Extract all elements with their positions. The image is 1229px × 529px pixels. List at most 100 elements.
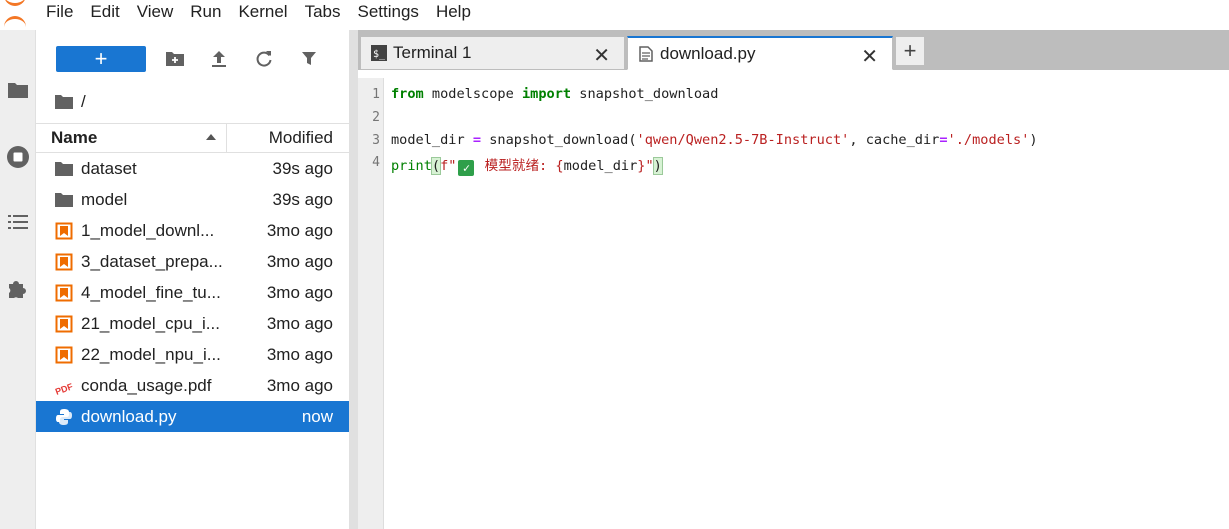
file-name: 3_dataset_prepa... — [81, 251, 223, 271]
terminal-icon: $_ — [371, 45, 387, 61]
menu-view[interactable]: View — [131, 1, 180, 23]
menu-edit[interactable]: Edit — [84, 1, 125, 23]
file-browser-toolbar: + — [36, 30, 349, 92]
main-tab-bar: $_ Terminal 1 ✕ download.py ✕ + — [358, 30, 1229, 70]
notebook-icon — [54, 221, 74, 241]
code-line-4: print(f" ✓ 模型就绪: {model_dir}") — [391, 157, 663, 176]
file-row-notebook-3[interactable]: 3_dataset_prepa... 3mo ago — [36, 246, 349, 277]
line-number: 3 — [372, 133, 380, 148]
notebook-icon — [54, 314, 74, 334]
name-column-header[interactable]: Name — [36, 128, 226, 148]
filter-icon — [302, 52, 316, 65]
file-row-model[interactable]: model 39s ago — [36, 184, 349, 215]
breadcrumb-root[interactable]: / — [81, 92, 86, 112]
tab-download-py[interactable]: download.py ✕ — [627, 36, 893, 70]
file-row-download-py[interactable]: download.py now — [36, 401, 349, 432]
extension-manager-tab[interactable] — [0, 268, 36, 308]
file-name: conda_usage.pdf — [81, 375, 212, 395]
menu-bar: File Edit View Run Kernel Tabs Settings … — [0, 0, 1229, 24]
file-name: download.py — [81, 406, 177, 426]
panel-splitter[interactable] — [349, 30, 358, 529]
filter-button[interactable] — [296, 46, 322, 72]
menu-file[interactable]: File — [40, 1, 79, 23]
file-modified: 3mo ago — [266, 282, 333, 302]
folder-icon — [54, 190, 74, 210]
folder-icon — [54, 159, 74, 179]
svg-text:$_: $_ — [373, 49, 386, 60]
file-text-icon — [638, 45, 654, 62]
file-row-pdf[interactable]: PDF conda_usage.pdf 3mo ago — [36, 370, 349, 401]
file-modified: 3mo ago — [266, 313, 333, 333]
puzzle-icon — [9, 281, 26, 298]
tab-label: Terminal 1 — [393, 43, 472, 62]
file-modified: 3mo ago — [266, 251, 333, 271]
tab-terminal-1[interactable]: $_ Terminal 1 ✕ — [360, 36, 625, 70]
file-list: dataset 39s ago model 39s ago 1_model_do… — [36, 153, 349, 432]
stop-circle-icon — [7, 146, 29, 168]
refresh-button[interactable] — [251, 46, 277, 72]
file-modified: 3mo ago — [266, 375, 333, 395]
menu-tabs[interactable]: Tabs — [299, 1, 347, 23]
line-number: 4 — [372, 155, 380, 170]
file-browser-tab[interactable] — [0, 70, 36, 110]
close-icon[interactable]: ✕ — [861, 44, 878, 69]
notebook-icon — [54, 252, 74, 272]
check-mark-icon: ✓ — [458, 160, 475, 176]
file-row-notebook-4[interactable]: 4_model_fine_tu... 3mo ago — [36, 277, 349, 308]
file-modified: 39s ago — [272, 189, 334, 209]
sort-caret-icon — [206, 134, 216, 140]
tab-label: download.py — [660, 43, 756, 63]
file-list-header: Name Modified — [36, 123, 349, 153]
name-header-label: Name — [51, 128, 98, 147]
modified-column-header[interactable]: Modified — [227, 128, 349, 148]
notebook-icon — [54, 345, 74, 365]
left-sidebar-tabs — [0, 30, 36, 529]
new-tab-button[interactable]: + — [895, 36, 925, 66]
new-folder-icon — [166, 52, 184, 66]
refresh-icon — [256, 51, 272, 67]
breadcrumb: / — [54, 92, 86, 112]
file-name: 22_model_npu_i... — [81, 344, 221, 364]
list-icon — [8, 215, 28, 229]
upload-icon — [212, 51, 226, 67]
file-name: 4_model_fine_tu... — [81, 282, 221, 302]
svg-text:PDF: PDF — [54, 381, 74, 395]
code-editor[interactable]: 1 2 3 4 from modelscope import snapshot_… — [358, 78, 1229, 529]
file-name: dataset — [81, 158, 137, 178]
python-icon — [54, 407, 74, 427]
new-launcher-button[interactable]: + — [56, 46, 146, 72]
file-name: 21_model_cpu_i... — [81, 313, 220, 333]
new-folder-button[interactable] — [162, 46, 188, 72]
table-of-contents-tab[interactable] — [0, 202, 36, 242]
code-line-3: model_dir = snapshot_download('qwen/Qwen… — [391, 132, 1038, 148]
text-cursor — [661, 157, 663, 173]
file-row-notebook-1[interactable]: 1_model_downl... 3mo ago — [36, 215, 349, 246]
file-row-notebook-22[interactable]: 22_model_npu_i... 3mo ago — [36, 339, 349, 370]
close-icon[interactable]: ✕ — [593, 43, 610, 68]
menu-kernel[interactable]: Kernel — [232, 1, 293, 23]
folder-icon[interactable] — [54, 94, 74, 110]
upload-button[interactable] — [206, 46, 232, 72]
file-row-notebook-21[interactable]: 21_model_cpu_i... 3mo ago — [36, 308, 349, 339]
file-modified: 3mo ago — [266, 220, 333, 240]
menu-run[interactable]: Run — [184, 1, 227, 23]
file-browser-panel: + / Name Modified dataset 39s ago model … — [36, 30, 349, 529]
plus-icon: + — [903, 38, 917, 63]
pdf-icon: PDF — [54, 376, 74, 396]
menu-settings[interactable]: Settings — [352, 1, 425, 23]
notebook-icon — [54, 283, 74, 303]
file-row-dataset[interactable]: dataset 39s ago — [36, 153, 349, 184]
file-modified: 39s ago — [272, 158, 334, 178]
line-number-gutter: 1 2 3 4 — [358, 78, 384, 529]
running-sessions-tab[interactable] — [0, 137, 36, 177]
file-name: model — [81, 189, 128, 209]
menu-help[interactable]: Help — [430, 1, 477, 23]
line-number: 2 — [372, 110, 380, 125]
code-line-1: from modelscope import snapshot_download — [391, 86, 719, 102]
file-modified: now — [301, 406, 333, 426]
folder-icon — [8, 83, 28, 98]
file-name: 1_model_downl... — [81, 220, 215, 240]
jupyter-logo-icon — [0, 0, 36, 24]
file-modified: 3mo ago — [266, 344, 333, 364]
line-number: 1 — [372, 87, 380, 102]
